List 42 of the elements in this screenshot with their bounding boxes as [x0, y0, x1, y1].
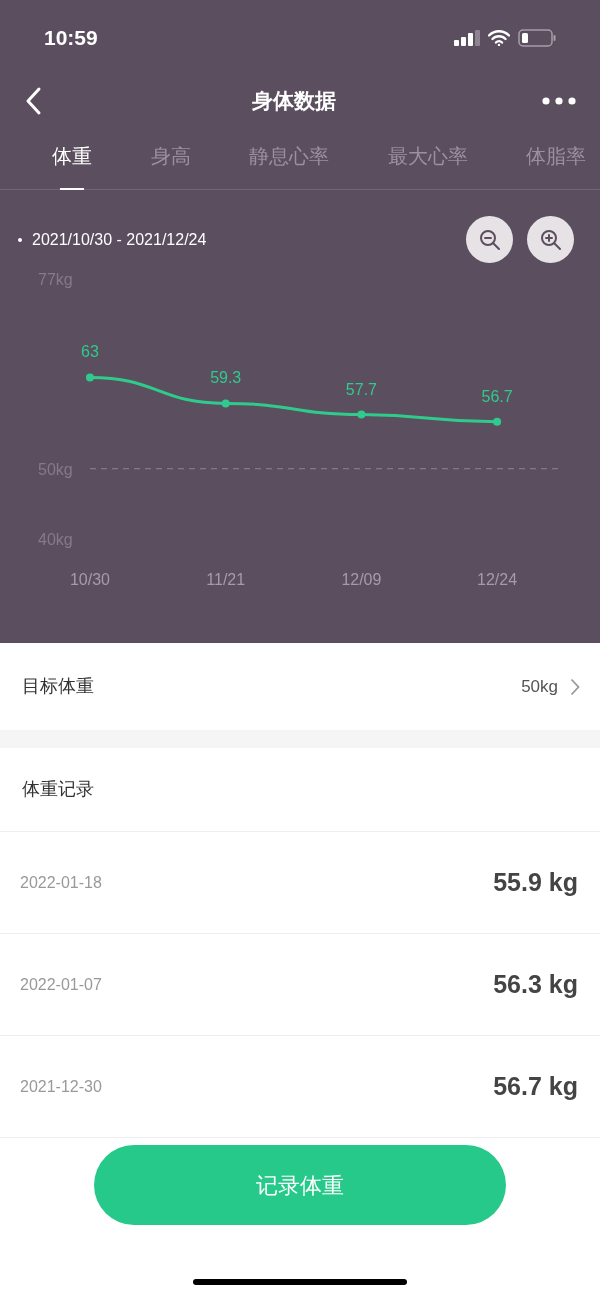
- tab[interactable]: 体脂率: [526, 130, 586, 189]
- data-point: [86, 373, 94, 382]
- tab[interactable]: 最大心率: [387, 130, 468, 189]
- zoom-in-button[interactable]: [527, 216, 574, 263]
- data-point: [221, 399, 230, 408]
- battery-icon: [518, 29, 556, 47]
- page-title: 身体数据: [252, 88, 336, 115]
- target-row[interactable]: 目标体重 50kg: [0, 643, 600, 730]
- data-point: [357, 410, 366, 419]
- wifi-icon: [488, 30, 510, 46]
- bullet-icon: [18, 237, 22, 242]
- record-weight: 55.9 kg: [493, 866, 578, 898]
- axis-label: 11/21: [206, 571, 246, 588]
- tab[interactable]: 静息心率: [249, 130, 329, 189]
- record-weight: 56.3 kg: [493, 968, 578, 1000]
- tab[interactable]: 身高: [150, 130, 191, 189]
- back-icon: [24, 86, 42, 116]
- record-weight: 56.7 kg: [493, 1070, 578, 1102]
- axis-label: 10/30: [70, 571, 110, 588]
- section-title: 体重记录: [22, 778, 94, 801]
- axis-label: 12/24: [477, 571, 518, 588]
- record-date: 2021-12-30: [20, 1076, 102, 1097]
- target-label: 目标体重: [22, 675, 94, 698]
- axis-label: 12/09: [341, 571, 382, 588]
- data-label: 63: [81, 343, 99, 361]
- data-point: [493, 417, 502, 426]
- status-time: 10:59: [44, 25, 98, 52]
- tab[interactable]: 体重: [52, 130, 92, 189]
- record-date: 2022-01-07: [20, 974, 102, 995]
- chevron-icon: [570, 677, 580, 696]
- record-date: 2022-01-18: [20, 872, 102, 893]
- zoom-in-icon: [539, 228, 562, 251]
- date-range: 2021/10/30 - 2021/12/24: [32, 229, 207, 250]
- data-label: 59.3: [210, 369, 242, 387]
- zoom-out-icon: [478, 228, 501, 251]
- data-label: 57.7: [345, 380, 377, 398]
- target-value: 50kg: [521, 675, 558, 698]
- more-icon: [542, 97, 576, 105]
- signal-icon: [454, 30, 480, 46]
- record-weight-button[interactable]: 记录体重: [94, 1145, 506, 1225]
- data-label: 56.7: [481, 387, 513, 405]
- zoom-out-button[interactable]: [466, 216, 513, 263]
